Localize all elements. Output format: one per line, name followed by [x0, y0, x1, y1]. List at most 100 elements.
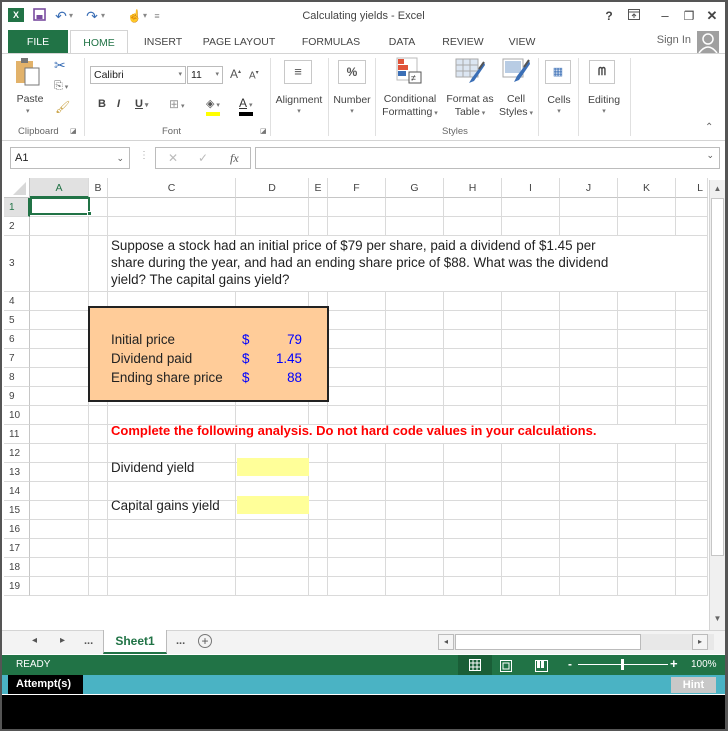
column-header-K[interactable]: K	[618, 178, 676, 198]
row-header-3[interactable]: 3	[4, 236, 30, 292]
column-header-B[interactable]: B	[89, 178, 108, 198]
cancel-entry-button[interactable]: ✕	[168, 151, 178, 165]
row-header-7[interactable]: 7	[4, 349, 30, 368]
scroll-right-button[interactable]: ▸	[692, 634, 708, 650]
copy-icon[interactable]: ⎘ ▾	[54, 80, 68, 93]
row-header-11[interactable]: 11	[4, 425, 30, 444]
column-header-C[interactable]: C	[108, 178, 236, 198]
cells-button[interactable]: ▦ Cells ▾	[542, 60, 576, 115]
row-header-13[interactable]: 13	[4, 463, 30, 482]
ribbon-display-options-button[interactable]	[624, 8, 644, 24]
zoom-level[interactable]: 100%	[691, 659, 717, 670]
restore-button[interactable]: ❐	[679, 8, 699, 24]
sign-in-link[interactable]: Sign In	[657, 34, 691, 46]
font-name-select[interactable]: Calibri ▾	[90, 66, 186, 84]
tab-review[interactable]: REVIEW	[438, 30, 488, 54]
row-header-16[interactable]: 16	[4, 520, 30, 539]
row-header-8[interactable]: 8	[4, 368, 30, 387]
input-value[interactable]: 1.45	[256, 351, 302, 366]
normal-view-button[interactable]	[458, 655, 492, 675]
fill-color-button[interactable]: ◈ ▾	[206, 94, 228, 116]
horizontal-scrollbar[interactable]: ◂ ▸	[438, 634, 714, 650]
alignment-button[interactable]: ≡ Alignment ▾	[272, 60, 326, 115]
row-header-10[interactable]: 10	[4, 406, 30, 425]
editing-button[interactable]: ᗰ Editing ▾	[584, 60, 624, 115]
add-sheet-button[interactable]: +	[198, 634, 212, 648]
italic-button[interactable]: I	[117, 98, 120, 110]
paste-button[interactable]: Paste ▾	[14, 57, 46, 117]
scroll-left-button[interactable]: ◂	[438, 634, 454, 650]
row-header-18[interactable]: 18	[4, 558, 30, 577]
tab-formulas[interactable]: FORMULAS	[296, 30, 366, 54]
column-header-F[interactable]: F	[328, 178, 386, 198]
zoom-slider-thumb[interactable]	[621, 659, 624, 670]
cell-styles-button[interactable]: Cell Styles ▾	[496, 56, 536, 120]
close-button[interactable]: ✕	[702, 8, 722, 24]
sheet-prev-button[interactable]: ◂	[32, 635, 37, 646]
conditional-formatting-button[interactable]: ≠ Conditional Formatting ▾	[378, 56, 442, 120]
tab-file[interactable]: FILE	[8, 30, 68, 54]
vertical-scrollbar[interactable]: ▲ ▼	[709, 180, 725, 630]
zoom-in-button[interactable]: +	[670, 656, 678, 671]
collapse-ribbon-icon[interactable]: ⌃	[705, 122, 713, 133]
tab-data[interactable]: DATA	[382, 30, 422, 54]
insert-function-button[interactable]: fx	[230, 151, 239, 166]
zoom-out-button[interactable]: -	[568, 657, 572, 671]
sheet-ellipsis-right[interactable]: ...	[176, 635, 185, 647]
select-all-corner[interactable]	[4, 178, 30, 198]
row-header-1[interactable]: 1	[4, 198, 30, 217]
shrink-font-button[interactable]: A▾	[249, 69, 259, 81]
format-painter-icon[interactable]: 🖌	[55, 100, 70, 114]
row-header-2[interactable]: 2	[4, 217, 30, 236]
dividend-yield-cell[interactable]	[237, 458, 309, 476]
hint-button[interactable]: Hint	[671, 677, 716, 693]
sheet-next-button[interactable]: ▸	[60, 635, 65, 646]
grow-font-button[interactable]: A▴	[230, 67, 241, 81]
font-launcher-icon[interactable]: ◪	[260, 127, 267, 135]
column-header-H[interactable]: H	[444, 178, 502, 198]
column-header-G[interactable]: G	[386, 178, 444, 198]
tab-view[interactable]: VIEW	[502, 30, 542, 54]
input-value[interactable]: 88	[256, 370, 302, 385]
row-header-5[interactable]: 5	[4, 311, 30, 330]
underline-button[interactable]: U ▾	[135, 98, 148, 110]
bold-button[interactable]: B	[98, 98, 106, 110]
column-header-J[interactable]: J	[560, 178, 618, 198]
horizontal-scroll-thumb[interactable]	[455, 634, 641, 650]
active-cell-A1[interactable]	[30, 197, 90, 215]
row-header-6[interactable]: 6	[4, 330, 30, 349]
formula-input[interactable]: ⌄	[255, 147, 720, 169]
vertical-scroll-thumb[interactable]	[711, 198, 724, 556]
number-button[interactable]: % Number ▾	[330, 60, 374, 115]
confirm-entry-button[interactable]: ✓	[198, 151, 208, 165]
row-header-19[interactable]: 19	[4, 577, 30, 596]
tab-page-layout[interactable]: PAGE LAYOUT	[198, 30, 280, 54]
font-color-button[interactable]: A ▾	[239, 94, 265, 116]
name-box[interactable]: A1 ⌄	[10, 147, 130, 169]
row-header-15[interactable]: 15	[4, 501, 30, 520]
help-button[interactable]: ?	[599, 8, 619, 24]
cut-icon[interactable]: ✂	[54, 57, 66, 74]
avatar[interactable]	[697, 31, 719, 54]
sheet-tab-sheet1[interactable]: Sheet1	[103, 630, 167, 654]
row-header-12[interactable]: 12	[4, 444, 30, 463]
input-value[interactable]: 79	[256, 332, 302, 347]
sheet-ellipsis-left[interactable]: ...	[84, 635, 93, 647]
borders-button[interactable]: ⊞ ▾	[169, 97, 185, 111]
column-header-E[interactable]: E	[309, 178, 328, 198]
column-header-A[interactable]: A	[30, 178, 89, 198]
format-as-table-button[interactable]: Format as Table ▾	[444, 56, 496, 120]
scroll-up-button[interactable]: ▲	[711, 182, 724, 196]
row-header-17[interactable]: 17	[4, 539, 30, 558]
minimize-button[interactable]: –	[655, 8, 675, 24]
fill-handle[interactable]	[87, 211, 92, 216]
column-header-D[interactable]: D	[236, 178, 309, 198]
tab-home[interactable]: HOME	[70, 30, 128, 54]
column-header-I[interactable]: I	[502, 178, 560, 198]
clipboard-launcher-icon[interactable]: ◪	[70, 127, 77, 135]
row-header-4[interactable]: 4	[4, 292, 30, 311]
tab-insert[interactable]: INSERT	[138, 30, 188, 54]
row-header-9[interactable]: 9	[4, 387, 30, 406]
capital-gains-yield-cell[interactable]	[237, 496, 309, 514]
row-header-14[interactable]: 14	[4, 482, 30, 501]
